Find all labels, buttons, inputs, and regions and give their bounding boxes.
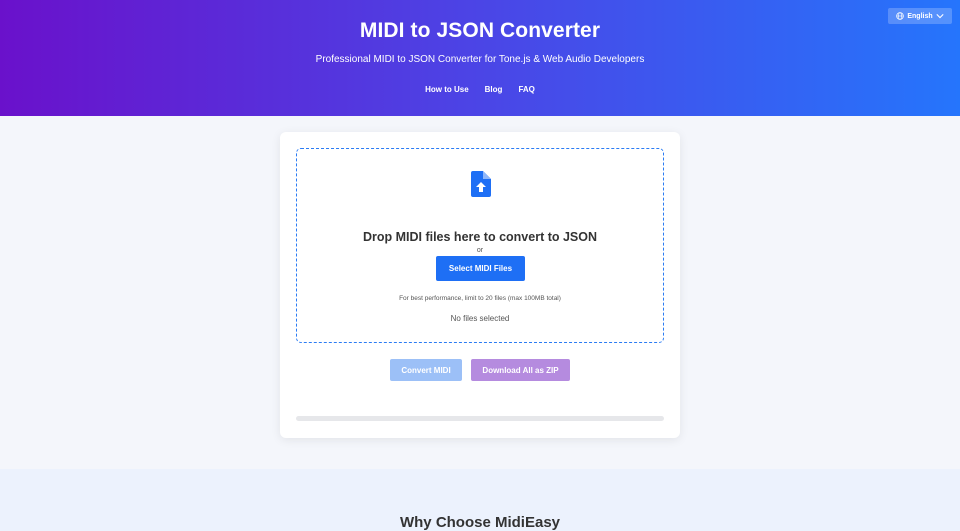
file-dropzone[interactable]: Drop MIDI files here to convert to JSON … [296,148,664,343]
file-limit-note: For best performance, limit to 20 files … [399,295,561,302]
file-upload-icon [471,171,491,197]
or-divider: or [476,247,484,254]
page-subtitle: Professional MIDI to JSON Converter for … [315,54,645,65]
why-section: Why Choose MidiEasy [0,469,960,531]
nav-faq[interactable]: FAQ [518,85,534,94]
language-selector[interactable]: English [888,8,952,24]
globe-icon [896,12,905,20]
converter-card: Drop MIDI files here to convert to JSON … [280,132,680,438]
select-midi-files-button[interactable]: Select MIDI Files [436,256,525,281]
nav-blog[interactable]: Blog [485,85,503,94]
main-nav: How to Use Blog FAQ [0,85,960,94]
language-label: English [907,12,933,20]
file-status: No files selected [450,314,510,323]
progress-bar [296,416,664,421]
convert-midi-button[interactable]: Convert MIDI [390,359,462,381]
site-header: MIDI to JSON Converter Professional MIDI… [0,0,960,116]
chevron-down-icon [936,14,944,19]
why-title: Why Choose MidiEasy [399,514,561,531]
page-title: MIDI to JSON Converter [359,19,601,42]
download-zip-button[interactable]: Download All as ZIP [471,359,570,381]
dropzone-title: Drop MIDI files here to convert to JSON [362,230,598,244]
nav-how-to-use[interactable]: How to Use [425,85,469,94]
action-buttons: Convert MIDI Download All as ZIP [280,359,680,381]
